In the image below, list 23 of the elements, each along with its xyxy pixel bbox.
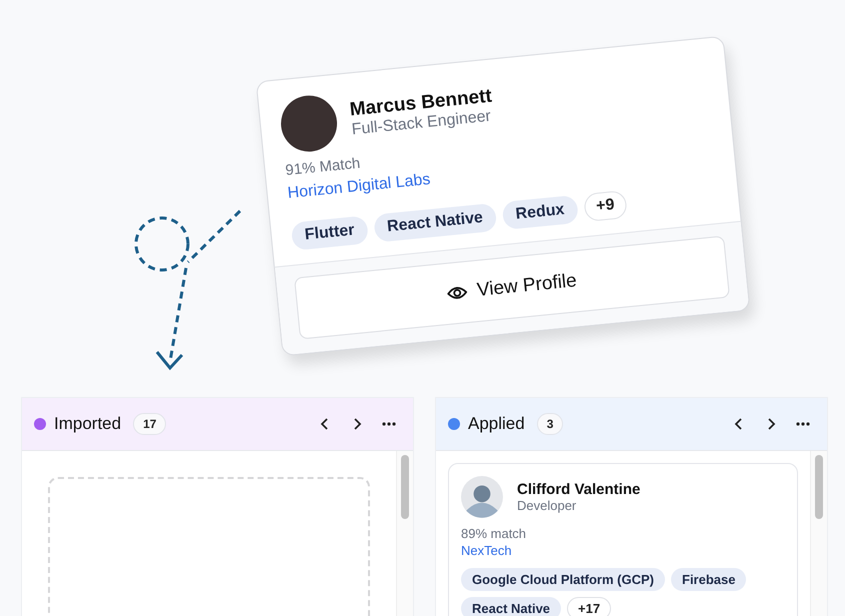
avatar-icon bbox=[461, 476, 503, 518]
dragged-candidate-card[interactable]: Marcus Bennett Full-Stack Engineer 91% Match Horizon Digital Labs Flutter React Native Redux +9 View Profile bbox=[256, 36, 750, 356]
company-link[interactable]: NexTech bbox=[461, 543, 512, 558]
column-title: Applied bbox=[468, 414, 525, 434]
match-score: 89% match bbox=[461, 526, 526, 541]
candidate-name: Clifford Valentine bbox=[517, 481, 640, 498]
skill-tag: React Native bbox=[461, 597, 562, 616]
skill-tag: Redux bbox=[501, 194, 579, 230]
eye-icon bbox=[446, 284, 468, 301]
column-title: Imported bbox=[54, 414, 122, 434]
match-score: 91% Match bbox=[284, 154, 361, 180]
scrollbar[interactable] bbox=[396, 451, 413, 616]
skill-tag: Flutter bbox=[290, 215, 369, 251]
candidate-card[interactable]: Clifford Valentine Developer 89% match NexTech Google Cloud Platform (GCP) Firebase React Native +17 bbox=[448, 463, 798, 616]
scrollbar[interactable] bbox=[810, 451, 827, 616]
more-skills-badge[interactable]: +17 bbox=[567, 597, 612, 616]
count-badge: 3 bbox=[536, 413, 564, 435]
skill-tag: Google Cloud Platform (GCP) bbox=[461, 568, 665, 591]
more-skills-badge[interactable]: +9 bbox=[582, 190, 628, 222]
skill-tag: Firebase bbox=[671, 568, 746, 591]
skill-tag: React Native bbox=[373, 202, 498, 243]
count-badge: 17 bbox=[133, 413, 166, 435]
candidate-role: Developer bbox=[517, 498, 576, 513]
